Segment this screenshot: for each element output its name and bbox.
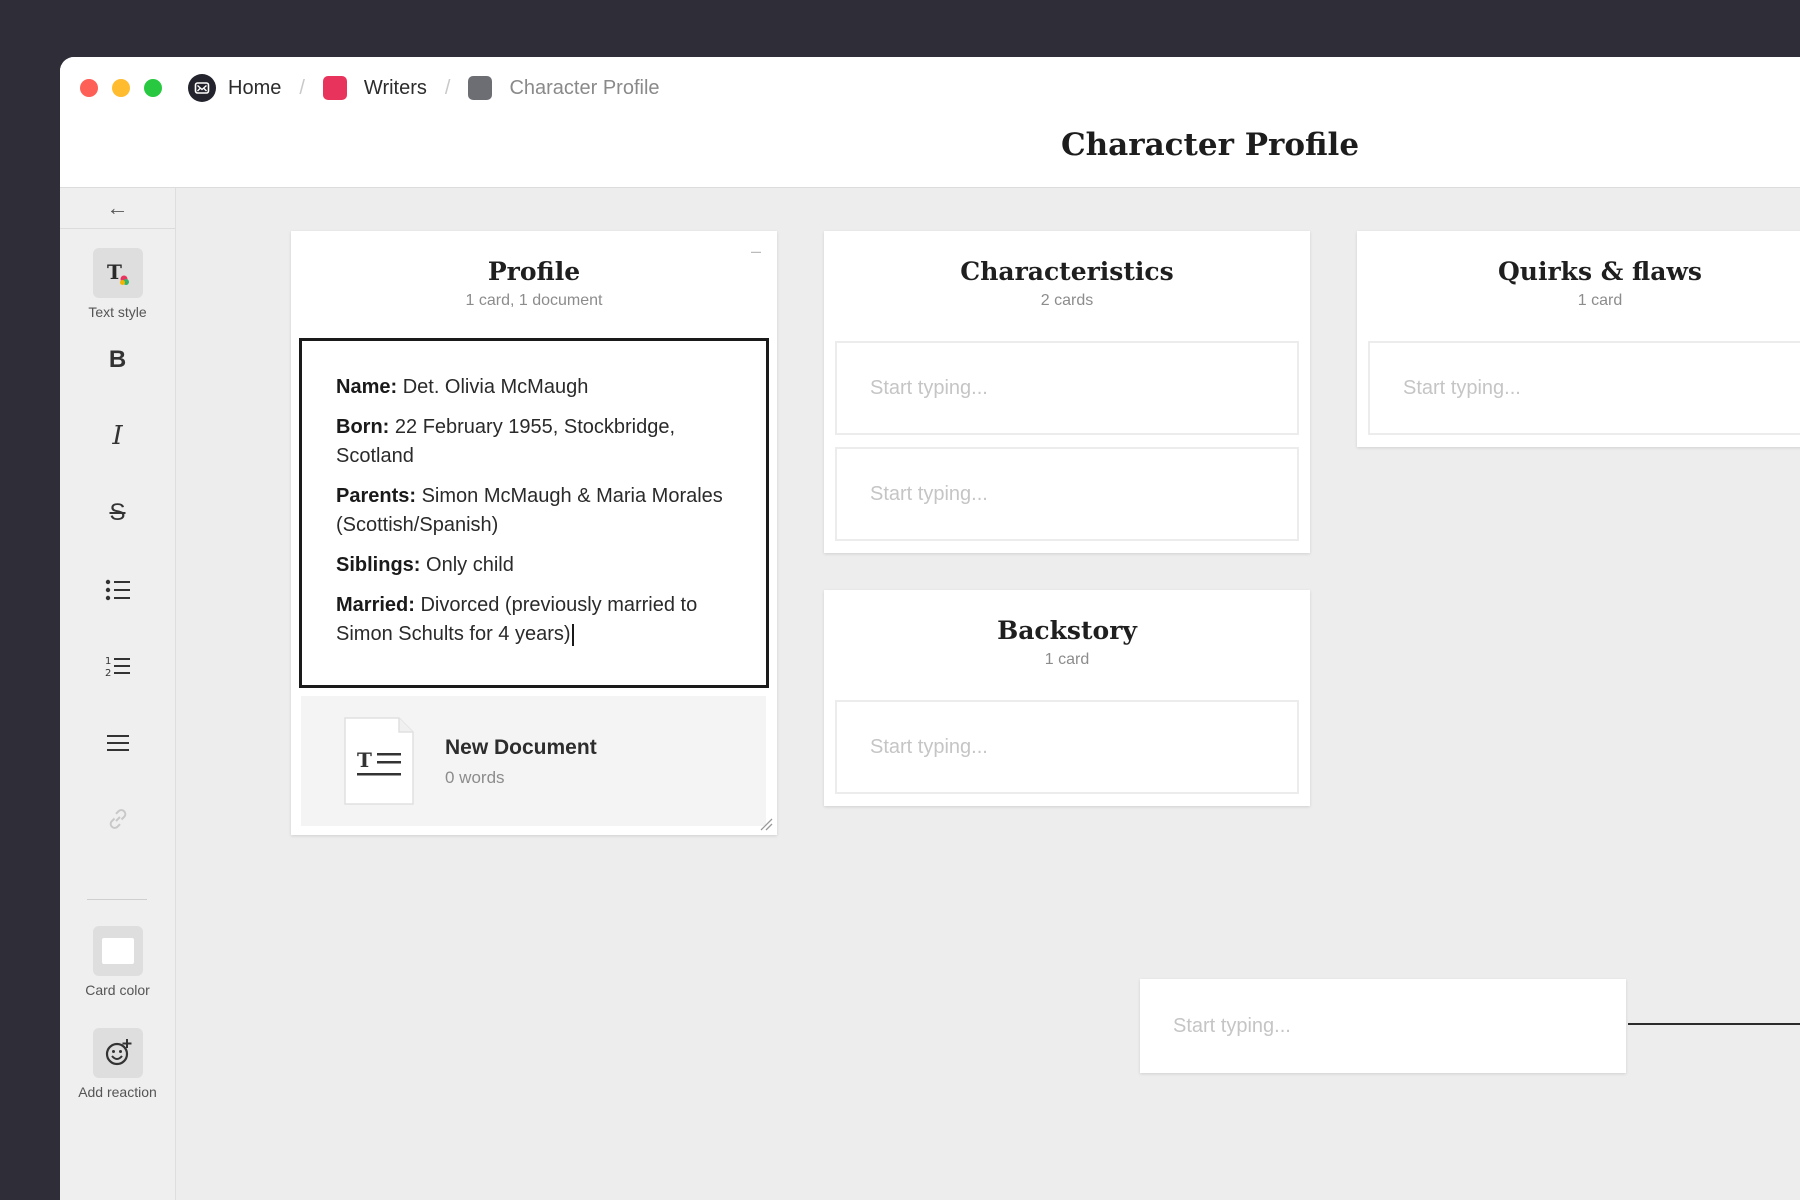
bold-tool[interactable]: B (60, 335, 175, 385)
name-line: Name: Det. Olivia McMaugh (336, 373, 732, 402)
breadcrumb-current-label: Character Profile (509, 76, 660, 99)
profile-text-card[interactable]: Name: Det. Olivia McMaugh Born: 22 Febru… (299, 338, 769, 688)
text-style-label: Text style (88, 304, 147, 320)
quirks-flaws-column[interactable]: Quirks & flaws 1 card Start typing... (1357, 231, 1800, 447)
zoom-window-button[interactable] (144, 79, 162, 97)
home-logo-icon (188, 74, 216, 102)
name-value: Det. Olivia McMaugh (397, 376, 589, 398)
empty-card[interactable]: Start typing... (835, 341, 1299, 435)
numbered-list-icon[interactable]: 1 2 (93, 641, 143, 691)
link-icon[interactable] (93, 794, 143, 844)
toolbar-divider (87, 899, 147, 900)
loose-card[interactable]: Start typing... (1140, 979, 1626, 1073)
italic-glyph: I (112, 421, 123, 451)
breadcrumb-writers-label: Writers (363, 76, 427, 99)
column-count: 1 card (1044, 651, 1090, 668)
siblings-line: Siblings: Only child (336, 551, 732, 580)
svg-text:T: T (107, 260, 122, 284)
breadcrumb: Home / Writers / Character Profile (188, 73, 660, 103)
collapse-column-icon[interactable]: – (751, 241, 761, 262)
collapse-toolbar-button[interactable]: ← (60, 188, 175, 229)
bold-glyph: B (108, 346, 127, 373)
breadcrumb-home[interactable]: Home (188, 74, 281, 102)
add-reaction-tool[interactable]: Add reaction (60, 1028, 175, 1100)
title-bar: Home / Writers / Character Profile Chara… (60, 57, 1800, 188)
siblings-label: Siblings: (336, 554, 421, 576)
emoji-add-icon (105, 1039, 131, 1066)
document-icon: T (344, 717, 414, 805)
siblings-value: Only child (420, 554, 514, 576)
column-title[interactable]: Backstory (824, 616, 1310, 645)
numbered-list-tool[interactable]: 1 2 (60, 641, 175, 691)
bullet-list-icon[interactable] (93, 565, 143, 615)
bold-icon[interactable]: B (93, 335, 143, 385)
characteristics-column[interactable]: Characteristics 2 cards Start typing... … (824, 231, 1310, 553)
svg-text:T: T (357, 748, 372, 772)
empty-card[interactable]: Start typing... (835, 700, 1299, 794)
backstory-column[interactable]: Backstory 1 card Start typing... (824, 590, 1310, 806)
align-center-icon[interactable] (93, 718, 143, 768)
arrow-left-icon: ← (106, 195, 129, 220)
breadcrumb-current[interactable]: Character Profile (468, 76, 660, 100)
bullet-list-tool[interactable] (60, 565, 175, 615)
text-style-button[interactable]: T (92, 248, 143, 298)
breadcrumb-home-label: Home (228, 76, 282, 99)
card-color-label: Card color (85, 982, 150, 998)
card-color-button[interactable] (92, 926, 143, 976)
strikethrough-glyph: S (109, 499, 126, 526)
born-line: Born: 22 February 1955, Stockbridge, Sco… (336, 413, 732, 471)
text-style-tool[interactable]: T Text style (60, 248, 175, 320)
strikethrough-icon[interactable]: S (93, 488, 143, 538)
app-window: Home / Writers / Character Profile Chara… (60, 57, 1800, 1200)
resize-handle-icon[interactable] (759, 817, 773, 831)
close-window-button[interactable] (80, 79, 98, 97)
document-item[interactable]: T New Document 0 words (301, 696, 766, 826)
breadcrumb-separator: / (299, 76, 305, 99)
column-count: 1 card, 1 document (465, 292, 603, 309)
column-count: 1 card (1577, 292, 1623, 309)
column-title[interactable]: Quirks & flaws (1357, 257, 1800, 286)
column-title[interactable]: Characteristics (824, 257, 1310, 286)
parents-line: Parents: Simon McMaugh & Maria Morales (… (336, 482, 732, 540)
document-word-count: 0 words (445, 768, 505, 787)
card-color-swatch-icon (101, 938, 134, 964)
italic-icon[interactable]: I (93, 411, 143, 461)
parents-label: Parents: (336, 485, 417, 507)
svg-text:1: 1 (105, 656, 111, 667)
card-connector-line (1628, 1023, 1800, 1025)
svg-text:2: 2 (105, 668, 111, 678)
document-title: New Document (445, 736, 597, 759)
format-toolbar: ← T Text style B I S 1 2 Card color Add … (60, 188, 176, 1200)
empty-card[interactable]: Start typing... (1368, 341, 1800, 435)
text-style-icon: T (107, 260, 129, 285)
empty-card[interactable]: Start typing... (835, 447, 1299, 541)
column-title[interactable]: Profile (291, 257, 777, 286)
text-cursor (571, 623, 574, 646)
character-profile-board-icon (468, 76, 493, 100)
born-label: Born: (336, 416, 390, 438)
writers-board-icon (322, 76, 347, 100)
minimize-window-button[interactable] (112, 79, 130, 97)
breadcrumb-writers[interactable]: Writers (322, 76, 427, 100)
align-tool[interactable] (60, 718, 175, 768)
married-label: Married: (336, 594, 415, 616)
add-reaction-label: Add reaction (78, 1084, 157, 1100)
breadcrumb-separator: / (444, 76, 451, 99)
italic-tool[interactable]: I (60, 411, 175, 461)
strikethrough-tool[interactable]: S (60, 488, 175, 538)
married-line: Married: Divorced (previously married to… (336, 591, 732, 649)
card-color-tool[interactable]: Card color (60, 926, 175, 998)
link-tool[interactable] (60, 794, 175, 844)
name-label: Name: (336, 376, 398, 398)
page-title[interactable]: Character Profile (60, 127, 1800, 163)
profile-column[interactable]: – Profile 1 card, 1 document Name: Det. … (291, 231, 777, 835)
column-count: 2 cards (1040, 292, 1094, 309)
add-reaction-button[interactable] (92, 1028, 143, 1078)
